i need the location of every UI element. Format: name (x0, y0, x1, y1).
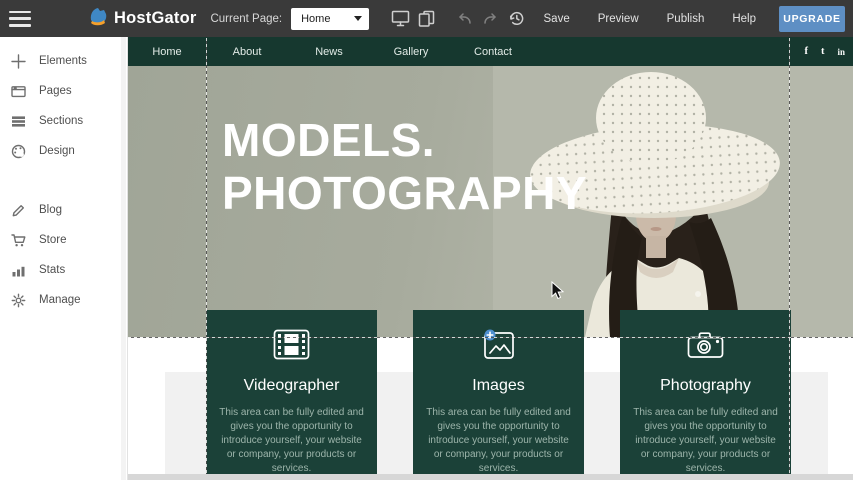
page-dropdown[interactable]: Home (291, 8, 369, 30)
hero-title-line2: PHOTOGRAPHY (222, 167, 587, 220)
canvas-bottom-strip (128, 474, 853, 480)
cart-icon (10, 232, 26, 248)
editor-topbar: HostGator Current Page: Home Save (0, 0, 853, 37)
site-navbar: Home About News Gallery Contact f t in (128, 37, 853, 66)
nav-item-home[interactable]: Home (128, 46, 206, 58)
design-palette-icon (10, 143, 26, 159)
sections-icon (10, 113, 26, 129)
film-strip-icon (206, 327, 377, 361)
sidebar-item-sections[interactable]: Sections (0, 106, 127, 136)
sidebar-label: Design (39, 145, 75, 157)
pencil-icon (10, 202, 26, 218)
nav-item-contact[interactable]: Contact (452, 46, 534, 58)
hero-title-line1: MODELS. (222, 114, 587, 167)
card-body: This area can be fully edited and gives … (633, 406, 779, 476)
hero-section[interactable]: MODELS. PHOTOGRAPHY (128, 66, 853, 337)
sidebar-label: Elements (39, 55, 87, 67)
hamburger-menu-icon[interactable] (9, 11, 31, 27)
sidebar-label: Store (39, 234, 67, 246)
camera-icon (620, 327, 791, 361)
twitter-icon[interactable]: t (821, 46, 825, 57)
hero-title[interactable]: MODELS. PHOTOGRAPHY (222, 114, 587, 220)
chevron-down-icon (354, 16, 362, 21)
redo-icon[interactable] (478, 6, 504, 32)
feature-card-images[interactable]: Images This area can be fully edited and… (413, 310, 584, 474)
facebook-icon[interactable]: f (804, 46, 808, 57)
brand-name: HostGator (114, 9, 196, 28)
linkedin-icon[interactable]: in (837, 47, 845, 57)
card-body: This area can be fully edited and gives … (219, 406, 365, 476)
card-body: This area can be fully edited and gives … (426, 406, 572, 476)
sidebar-item-blog[interactable]: Blog (0, 195, 127, 225)
sidebar-item-pages[interactable]: Pages (0, 76, 127, 106)
nav-item-news[interactable]: News (288, 46, 370, 58)
preview-button[interactable]: Preview (584, 13, 653, 25)
plus-icon (10, 53, 26, 69)
sidebar-label: Manage (39, 294, 81, 306)
sidebar-label: Pages (39, 85, 72, 97)
upgrade-button[interactable]: UPGRADE (779, 6, 845, 32)
nav-item-gallery[interactable]: Gallery (370, 46, 452, 58)
site-canvas: Home About News Gallery Contact f t in (128, 37, 853, 480)
sidebar-label: Blog (39, 204, 62, 216)
hostgator-logo: HostGator (87, 5, 196, 32)
desktop-view-icon[interactable] (388, 6, 414, 32)
section-guide-left (206, 38, 207, 480)
card-title: Photography (620, 377, 791, 395)
undo-icon[interactable] (452, 6, 478, 32)
page-dropdown-value: Home (291, 13, 330, 25)
sidebar-item-elements[interactable]: Elements (0, 46, 127, 76)
hostgator-gator-icon (87, 5, 110, 32)
sidebar-label: Stats (39, 264, 65, 276)
nav-item-about[interactable]: About (206, 46, 288, 58)
save-button[interactable]: Save (530, 13, 584, 25)
sidebar-item-design[interactable]: Design (0, 136, 127, 166)
sidebar-item-store[interactable]: Store (0, 225, 127, 255)
gear-icon (10, 292, 26, 308)
current-page-label: Current Page: (210, 13, 282, 25)
section-guide-right (789, 38, 790, 480)
publish-button[interactable]: Publish (653, 13, 719, 25)
feature-card-photography[interactable]: Photography This area can be fully edite… (620, 310, 791, 474)
feature-card-videographer[interactable]: Videographer This area can be fully edit… (206, 310, 377, 474)
card-title: Videographer (206, 377, 377, 395)
history-icon[interactable] (504, 6, 530, 32)
editor-sidebar: Elements Pages Sections Design Blog (0, 37, 128, 480)
image-plus-icon (413, 327, 584, 361)
pages-icon (10, 83, 26, 99)
app-window: HostGator Current Page: Home Save (0, 0, 853, 480)
help-button[interactable]: Help (718, 13, 770, 25)
mobile-view-icon[interactable] (414, 6, 440, 32)
card-title: Images (413, 377, 584, 395)
sidebar-item-stats[interactable]: Stats (0, 255, 127, 285)
sidebar-item-manage[interactable]: Manage (0, 285, 127, 315)
section-guide-bottom (128, 337, 853, 338)
bar-chart-icon (10, 262, 26, 278)
sidebar-label: Sections (39, 115, 83, 127)
